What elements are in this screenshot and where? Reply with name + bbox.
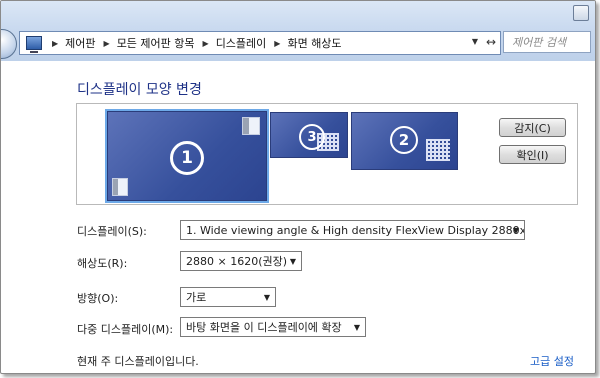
resolution-label: 해상도(R): — [77, 257, 128, 270]
back-button[interactable] — [1, 29, 17, 59]
breadcrumb-control-panel[interactable]: 제어판 — [65, 35, 95, 51]
detect-button[interactable]: 감지(C) — [499, 118, 566, 137]
orientation-label: 방향(O): — [77, 292, 119, 305]
chevron-down-icon: ▼ — [353, 323, 360, 332]
multiple-displays-select-value: 바탕 화면을 이 디스플레이에 확장 — [186, 321, 342, 334]
page-title: 디스플레이 모양 변경 — [77, 82, 202, 98]
address-dropdown-icon[interactable]: ▼ — [472, 37, 478, 46]
refresh-icon[interactable]: ↔ — [486, 35, 496, 49]
breadcrumb-all-items[interactable]: 모든 제어판 항목 — [117, 35, 195, 51]
chevron-down-icon: ▼ — [263, 293, 270, 302]
display-select[interactable]: 1. Wide viewing angle & High density Fle… — [180, 220, 525, 240]
advanced-settings-link[interactable]: 고급 설정 — [530, 353, 574, 369]
breadcrumb-arrow-icon[interactable]: ▶ — [52, 39, 58, 48]
monitor-3[interactable]: 3 — [270, 112, 348, 158]
address-bar-area: ▶ 제어판 ▶ 모든 제어판 항목 ▶ 디스플레이 ▶ 화면 해상도 ▼ ↔ 제… — [1, 1, 595, 61]
search-input[interactable]: 제어판 검색 — [503, 31, 591, 53]
orientation-select-value: 가로 — [186, 291, 207, 304]
chevron-down-icon: ▼ — [289, 257, 296, 266]
breadcrumb-display[interactable]: 디스플레이 — [216, 35, 267, 51]
display-label: 디스플레이(S): — [77, 225, 147, 238]
window-thumbnail-icon — [112, 178, 128, 196]
address-field[interactable]: ▶ 제어판 ▶ 모든 제어판 항목 ▶ 디스플레이 ▶ 화면 해상도 ▼ ↔ — [19, 31, 501, 55]
identify-button[interactable]: 확인(I) — [499, 145, 566, 164]
monitor-2[interactable]: 2 — [351, 112, 458, 170]
resolution-select[interactable]: 2880 × 1620(권장) ▼ — [180, 251, 302, 271]
display-select-value: 1. Wide viewing angle & High density Fle… — [186, 223, 525, 237]
window-control-button[interactable] — [573, 5, 589, 21]
window-thumbnail-icon — [426, 139, 450, 161]
multiple-displays-select[interactable]: 바탕 화면을 이 디스플레이에 확장 ▼ — [180, 317, 366, 337]
monitor-number-badge: 1 — [170, 141, 204, 175]
monitor-number-badge: 2 — [390, 126, 418, 154]
control-panel-icon — [26, 36, 42, 53]
breadcrumb-arrow-icon[interactable]: ▶ — [274, 39, 280, 48]
primary-display-status: 현재 주 디스플레이입니다. — [77, 355, 199, 368]
orientation-select[interactable]: 가로 ▼ — [180, 287, 276, 307]
resolution-select-value: 2880 × 1620(권장) — [186, 255, 288, 268]
breadcrumb-arrow-icon[interactable]: ▶ — [104, 39, 110, 48]
breadcrumb-arrow-icon[interactable]: ▶ — [203, 39, 209, 48]
monitor-1[interactable]: 1 — [105, 109, 269, 203]
monitor-number-badge: 3 — [299, 124, 325, 150]
multiple-displays-label: 다중 디스플레이(M): — [77, 323, 174, 336]
chevron-down-icon: ▼ — [512, 226, 519, 235]
breadcrumb-screen-resolution[interactable]: 화면 해상도 — [287, 35, 341, 51]
screen-resolution-window: ▶ 제어판 ▶ 모든 제어판 항목 ▶ 디스플레이 ▶ 화면 해상도 ▼ ↔ 제… — [0, 0, 596, 374]
window-thumbnail-icon — [242, 117, 260, 135]
